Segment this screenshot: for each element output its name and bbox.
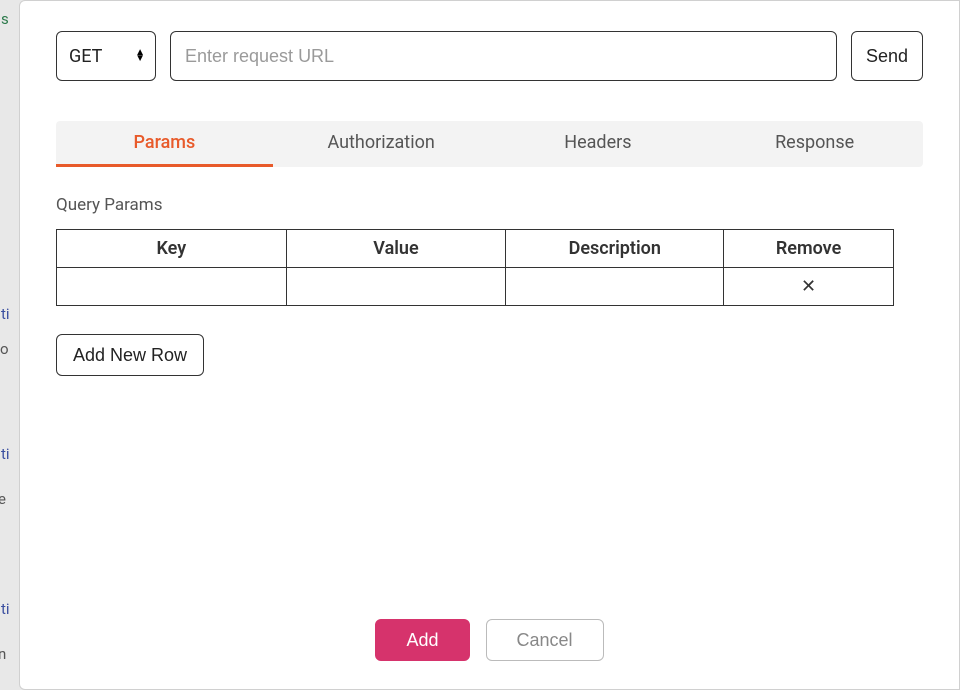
tab-authorization[interactable]: Authorization <box>273 121 490 167</box>
send-button[interactable]: Send <box>851 31 923 81</box>
query-params-title: Query Params <box>56 195 923 215</box>
param-value-cell[interactable] <box>286 268 506 306</box>
query-params-table: Key Value Description Remove ✕ <box>56 229 894 306</box>
column-header-key: Key <box>57 230 287 268</box>
cancel-button[interactable]: Cancel <box>486 619 604 661</box>
request-row: GET ▲▼ Send <box>56 31 923 81</box>
request-url-input[interactable] <box>170 31 837 81</box>
tab-bar: Params Authorization Headers Response <box>56 121 923 167</box>
column-header-description: Description <box>506 230 724 268</box>
close-icon: ✕ <box>801 276 816 297</box>
param-key-cell[interactable] <box>57 268 287 306</box>
request-builder-modal: GET ▲▼ Send Params Authorization Headers… <box>19 0 960 690</box>
table-header-row: Key Value Description Remove <box>57 230 894 268</box>
add-button[interactable]: Add <box>375 619 469 661</box>
column-header-remove: Remove <box>724 230 894 268</box>
tab-headers[interactable]: Headers <box>490 121 707 167</box>
http-method-select[interactable]: GET ▲▼ <box>56 31 156 81</box>
tab-params[interactable]: Params <box>56 121 273 167</box>
http-method-value: GET <box>69 46 102 67</box>
column-header-value: Value <box>286 230 506 268</box>
select-arrows-icon: ▲▼ <box>135 50 145 62</box>
remove-row-button[interactable]: ✕ <box>724 268 894 306</box>
table-row: ✕ <box>57 268 894 306</box>
modal-overlay: GET ▲▼ Send Params Authorization Headers… <box>0 0 960 690</box>
param-description-cell[interactable] <box>506 268 724 306</box>
modal-footer: Add Cancel <box>56 599 923 661</box>
add-new-row-button[interactable]: Add New Row <box>56 334 204 376</box>
tab-response[interactable]: Response <box>706 121 923 167</box>
